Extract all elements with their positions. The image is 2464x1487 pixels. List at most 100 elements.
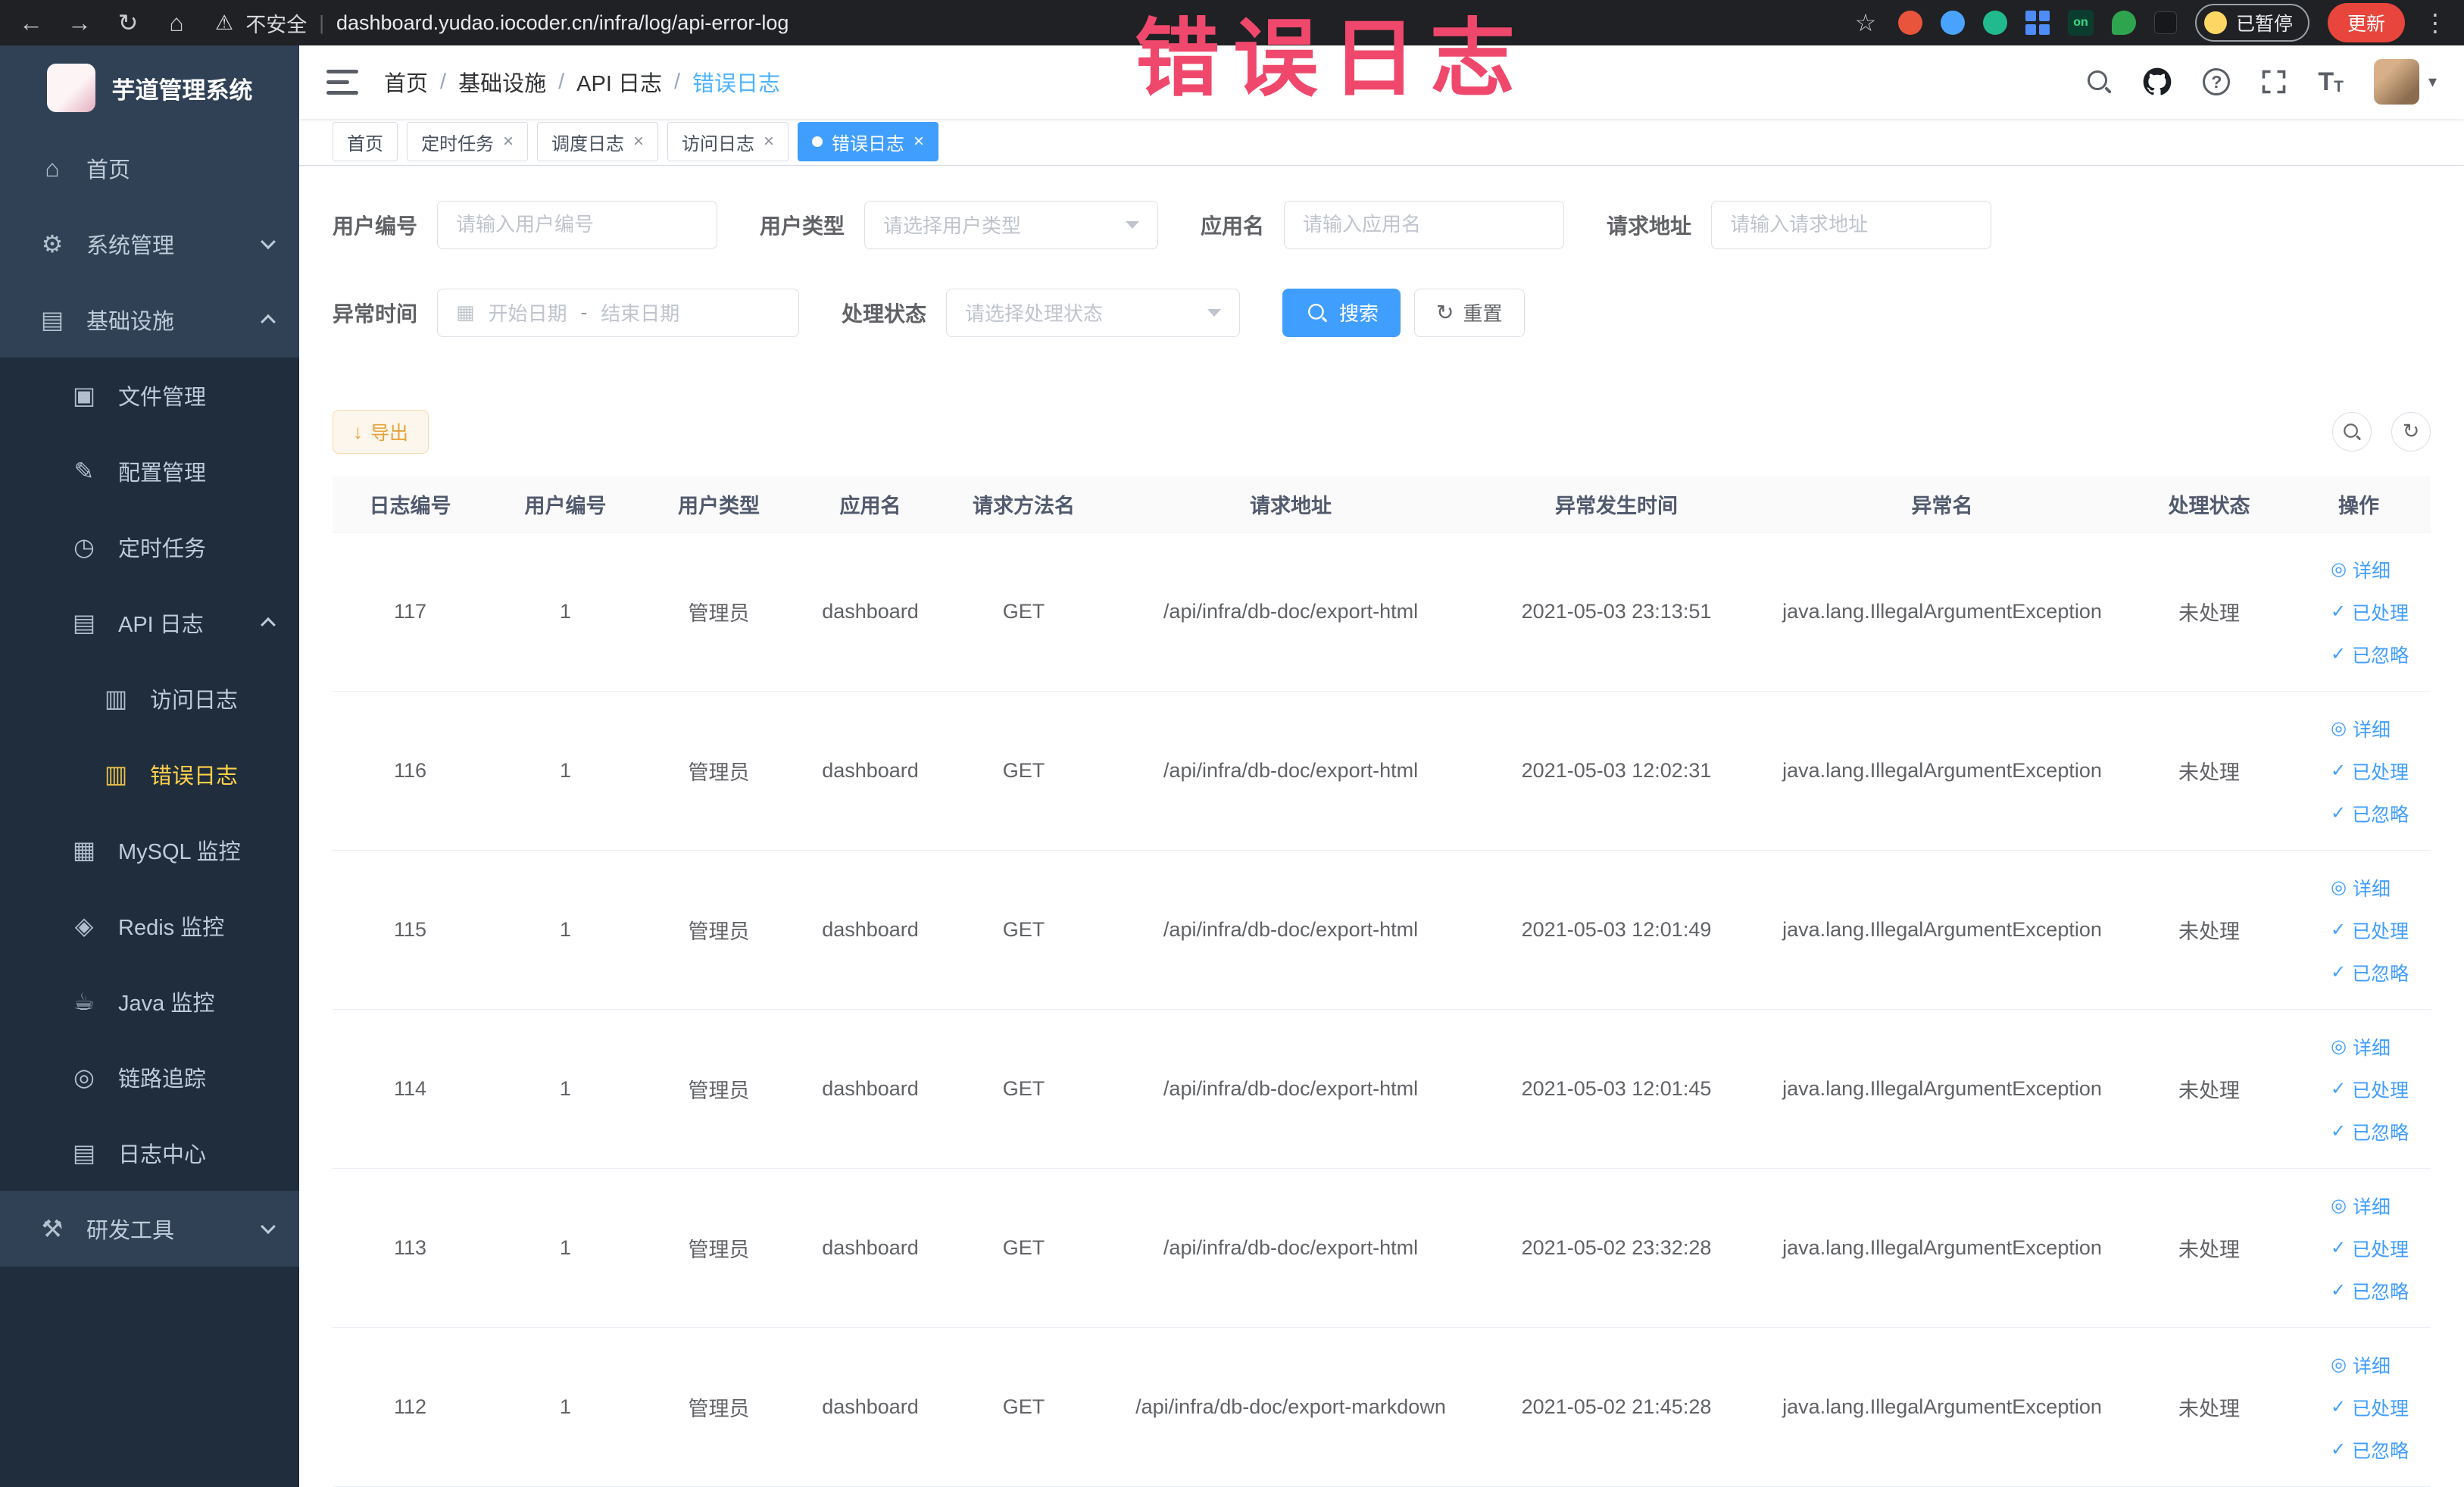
table-header-row: 日志编号 用户编号 用户类型 应用名 请求方法名 请求地址 异常发生时间 异常名…: [333, 476, 2431, 533]
tab-error-log[interactable]: 错误日志 ×: [798, 122, 939, 162]
sidebar-item-infra[interactable]: ▤ 基础设施: [0, 282, 299, 358]
sidebar-logo[interactable]: 芋道管理系统: [0, 45, 299, 130]
request-url-input[interactable]: [1730, 213, 1973, 236]
tab-job-log[interactable]: 调度日志 ×: [537, 122, 659, 162]
extension-icon-2[interactable]: [1940, 11, 1965, 35]
detail-link[interactable]: ◎ 详细: [2331, 1344, 2425, 1386]
process-status-select[interactable]: 请选择处理状态: [946, 288, 1241, 337]
tab-access-log[interactable]: 访问日志 ×: [667, 122, 789, 162]
check-icon: ✓: [2331, 1120, 2347, 1142]
extension-icon-1[interactable]: [1897, 11, 1922, 35]
top-navbar: 首页 / 基础设施 / API 日志 / 错误日志 ? ▾: [299, 45, 2464, 119]
check-icon: ✓: [2331, 1439, 2347, 1460]
browser-toolbar: ← → ↻ ⌂ ⚠ 不安全 | dashboard.yudao.iocoder.…: [0, 0, 2464, 45]
row-actions: ◎ 详细 ✓ 已处理 ✓ 已忽略: [2287, 532, 2431, 692]
detail-link[interactable]: ◎ 详细: [2331, 548, 2425, 591]
status-badge: 未处理: [2131, 1168, 2287, 1328]
extension-icon-4[interactable]: [2153, 11, 2177, 34]
sidebar-item-error-log[interactable]: ▥ 错误日志: [0, 736, 299, 812]
ignored-link[interactable]: ✓ 已忽略: [2331, 792, 2425, 835]
app-name-input[interactable]: [1303, 213, 1546, 236]
sidebar: 芋道管理系统 ⌂ 首页 ⚙ 系统管理 ▤ 基础设施 ▣ 文件管理 ✎ 配置管理 …: [0, 45, 299, 1487]
tab-home[interactable]: 首页: [333, 122, 398, 162]
user-menu[interactable]: ▾: [2373, 59, 2437, 105]
close-icon[interactable]: ×: [764, 131, 774, 152]
fullscreen-icon[interactable]: [2260, 68, 2288, 95]
font-size-icon[interactable]: [2318, 69, 2344, 95]
github-icon[interactable]: [2142, 67, 2172, 97]
ignored-link[interactable]: ✓ 已忽略: [2331, 633, 2425, 676]
tags-view: 首页 定时任务 × 调度日志 × 访问日志 × 错误日志 ×: [299, 118, 2464, 166]
reload-icon[interactable]: ↻: [114, 8, 142, 37]
sidebar-item-trace[interactable]: ◎ 链路追踪: [0, 1039, 299, 1115]
processed-link[interactable]: ✓ 已处理: [2331, 909, 2425, 951]
sidebar-item-access-log[interactable]: ▥ 访问日志: [0, 661, 299, 736]
date-range-picker[interactable]: ▦ 开始日期 - 结束日期: [437, 288, 800, 337]
browser-menu-icon[interactable]: ⋮: [2423, 8, 2447, 37]
sidebar-item-log-center[interactable]: ▤ 日志中心: [0, 1115, 299, 1191]
ignored-link[interactable]: ✓ 已忽略: [2331, 951, 2425, 994]
processed-link[interactable]: ✓ 已处理: [2331, 1386, 2425, 1429]
detail-link[interactable]: ◎ 详细: [2331, 867, 2425, 909]
extension-sprout-icon[interactable]: [2111, 11, 2136, 35]
chrome-update-button[interactable]: 更新: [2327, 3, 2405, 42]
extension-on-icon[interactable]: on: [2067, 10, 2094, 36]
sidebar-item-file[interactable]: ▣ 文件管理: [0, 358, 299, 433]
end-date-placeholder: 结束日期: [601, 302, 680, 325]
breadcrumb-infra[interactable]: 基础设施: [458, 66, 546, 98]
sidebar-item-mysql[interactable]: ▦ MySQL 监控: [0, 812, 299, 888]
extension-grid-icon[interactable]: [2025, 11, 2050, 35]
sidebar-item-api-log[interactable]: ▤ API 日志: [0, 585, 299, 661]
forward-icon[interactable]: →: [65, 9, 94, 37]
refresh-button[interactable]: ↻: [2391, 411, 2431, 451]
chevron-up-icon: [261, 314, 276, 330]
user-type-select[interactable]: 请选择用户类型: [864, 200, 1159, 249]
close-icon[interactable]: ×: [503, 131, 514, 152]
sidebar-item-system[interactable]: ⚙ 系统管理: [0, 206, 299, 282]
close-icon[interactable]: ×: [913, 131, 924, 152]
breadcrumb-home[interactable]: 首页: [384, 66, 428, 98]
clock-icon: ◷: [73, 533, 95, 561]
search-button[interactable]: 搜索: [1282, 288, 1401, 337]
processed-link[interactable]: ✓ 已处理: [2331, 591, 2425, 633]
processed-link[interactable]: ✓ 已处理: [2331, 1227, 2425, 1270]
breadcrumb-api-log[interactable]: API 日志: [576, 66, 662, 98]
sidebar-item-dev-tools[interactable]: ⚒ 研发工具: [0, 1191, 299, 1267]
export-button[interactable]: ↓ 导出: [333, 409, 429, 454]
tab-job[interactable]: 定时任务 ×: [407, 122, 529, 162]
processed-link[interactable]: ✓ 已处理: [2331, 1068, 2425, 1111]
address-bar[interactable]: ⚠ 不安全 | dashboard.yudao.iocoder.cn/infra…: [215, 8, 1832, 38]
sidebar-item-config[interactable]: ✎ 配置管理: [0, 433, 299, 509]
sidebar-item-java[interactable]: ☕ Java 监控: [0, 964, 299, 1039]
detail-link[interactable]: ◎ 详细: [2331, 708, 2425, 750]
reset-button[interactable]: ↻ 重置: [1414, 288, 1525, 337]
paused-badge[interactable]: 已暂停: [2194, 4, 2309, 42]
toggle-search-button[interactable]: [2332, 411, 2372, 451]
home-icon[interactable]: ⌂: [162, 9, 191, 37]
row-actions: ◎ 详细 ✓ 已处理 ✓ 已忽略: [2287, 1327, 2431, 1487]
help-icon[interactable]: ?: [2203, 68, 2231, 96]
check-icon: ✓: [2331, 643, 2347, 664]
sidebar-item-job[interactable]: ◷ 定时任务: [0, 509, 299, 585]
ignored-link[interactable]: ✓ 已忽略: [2331, 1429, 2425, 1471]
bookmark-star-icon[interactable]: ☆: [1851, 8, 1880, 37]
processed-link[interactable]: ✓ 已处理: [2331, 750, 2425, 792]
detail-link[interactable]: ◎ 详细: [2331, 1026, 2425, 1068]
close-icon[interactable]: ×: [633, 131, 644, 152]
sidebar-item-redis[interactable]: ◈ Redis 监控: [0, 888, 299, 964]
extension-icon-3[interactable]: [1982, 11, 2007, 35]
table-toolbar: ↓ 导出 ↻: [299, 409, 2464, 454]
ignored-link[interactable]: ✓ 已忽略: [2331, 1111, 2425, 1153]
chevron-down-icon: [261, 234, 276, 250]
back-icon[interactable]: ←: [17, 9, 45, 37]
hamburger-icon[interactable]: [326, 69, 358, 95]
error-log-table: 日志编号 用户编号 用户类型 应用名 请求方法名 请求地址 异常发生时间 异常名…: [333, 476, 2431, 1487]
row-actions: ◎ 详细 ✓ 已处理 ✓ 已忽略: [2287, 691, 2431, 851]
ignored-link[interactable]: ✓ 已忽略: [2331, 1270, 2425, 1312]
detail-link[interactable]: ◎ 详细: [2331, 1185, 2425, 1227]
sidebar-item-home[interactable]: ⌂ 首页: [0, 130, 299, 206]
browser-extensions: ☆ on 已暂停 更新 ⋮: [1851, 3, 2447, 42]
user-id-input[interactable]: [456, 213, 699, 236]
check-icon: ✓: [2331, 802, 2347, 823]
search-icon[interactable]: [2086, 69, 2112, 95]
